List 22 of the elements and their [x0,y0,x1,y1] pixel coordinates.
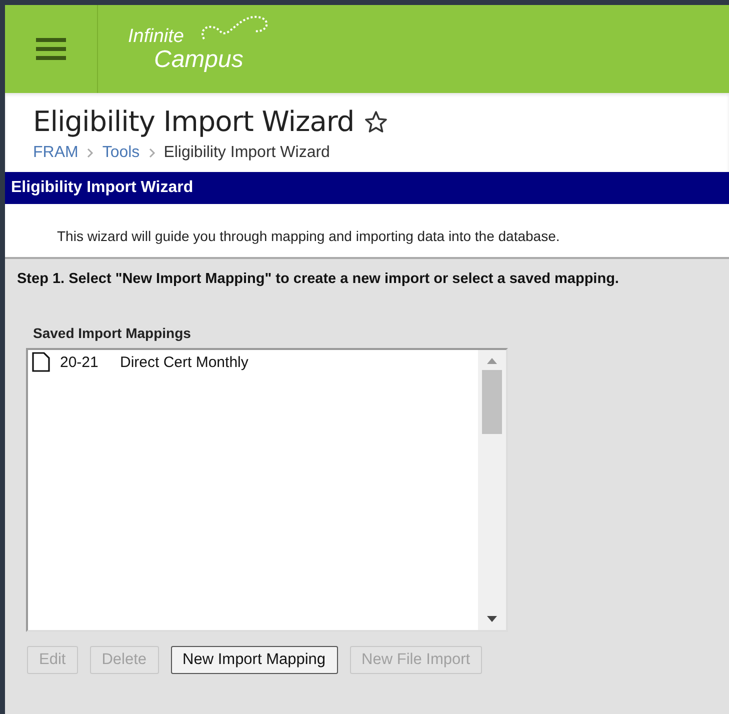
document-icon [32,352,50,372]
chevron-icon [86,148,94,158]
breadcrumb-text: Eligibility Import Wizard [164,144,330,162]
star-icon[interactable] [364,110,388,134]
panel-title-bar: Eligibility Import Wizard [5,172,729,204]
scroll-down-icon[interactable] [487,616,497,622]
breadcrumb-link[interactable]: FRAM [33,144,78,162]
scrollbar[interactable] [478,350,506,630]
intro-text: This wizard will guide you through mapping and importing data into the database. [5,204,729,259]
chevron-icon [148,148,156,158]
mapping-item[interactable]: 20-21 Direct Cert Monthly [28,350,478,374]
menu-icon[interactable] [36,37,66,61]
step-instruction: Step 1. Select "New Import Mapping" to create a new import or select a saved mapping. [16,270,620,287]
logo-text: Infinite [128,26,185,48]
scroll-thumb[interactable] [482,370,502,434]
page-title: Eligibility Import Wizard [33,105,354,138]
scroll-up-icon[interactable] [487,358,497,364]
breadcrumb-link[interactable]: Tools [102,144,140,162]
list-label: Saved Import Mappings [32,324,192,341]
action-button[interactable]: New Import Mapping [170,646,338,674]
logo-text: Campus [154,48,244,72]
mappings-list[interactable]: 20-21 Direct Cert Monthly [26,348,508,632]
